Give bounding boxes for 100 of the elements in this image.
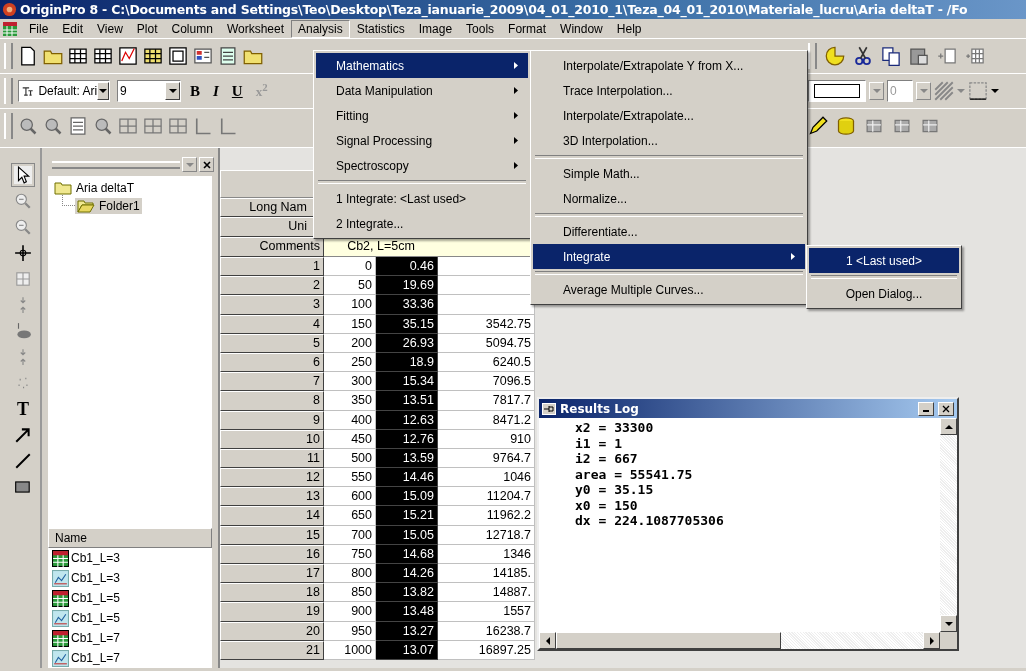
row-number[interactable]: 9 <box>220 410 324 430</box>
row-number[interactable]: 21 <box>220 640 324 660</box>
table-cell: 5094.75 <box>438 333 535 353</box>
row-number[interactable]: 15 <box>220 525 324 545</box>
menu-item[interactable]: Plot <box>129 19 165 38</box>
format-button[interactable]: I <box>209 82 223 100</box>
menu-item[interactable]: Simple Math... <box>533 161 805 186</box>
log-line: i1 = 1 <box>575 435 623 451</box>
table-cell: 8471.2 <box>438 410 535 430</box>
window-title: OriginPro 8 - C:\Documents and Settings\Teo\Desktop\Teza_ianuarie_2009\04_01_2010_1\Teza_04_01_2010\Materiale_lucru\Aria deltaT - /Fo <box>20 2 968 17</box>
comment-cell: Cb2, L=5cm <box>324 237 438 257</box>
row-number[interactable]: 6 <box>220 352 324 373</box>
row-header[interactable]: Comments <box>220 237 324 257</box>
table-cell: 13.59 <box>376 448 438 469</box>
menu-item[interactable]: Spectroscopy <box>316 153 528 178</box>
list-item[interactable]: Cb1_L=3 <box>48 548 212 568</box>
table-cell: 13.27 <box>376 621 438 641</box>
menu-item[interactable]: Interpolate/Extrapolate... <box>533 103 805 128</box>
table-cell: 26.93 <box>376 333 438 353</box>
menu-item[interactable]: Worksheet <box>219 19 291 38</box>
menu-item[interactable]: Help <box>609 19 649 38</box>
row-number[interactable]: 17 <box>220 564 324 584</box>
table-cell: 910 <box>438 429 535 449</box>
table-cell: 12.76 <box>376 429 438 449</box>
log-line: y0 = 35.15 <box>575 482 655 498</box>
menu-item[interactable]: Statistics <box>349 19 412 38</box>
table-cell: 19.69 <box>376 276 438 296</box>
table-cell: 6240.5 <box>438 352 535 373</box>
table-cell: 13.51 <box>376 391 438 411</box>
format-button[interactable]: U <box>227 82 247 100</box>
font-size-combo[interactable]: 9 <box>117 80 181 102</box>
list-item[interactable]: Cb1_L=5 <box>48 608 212 628</box>
text-tool[interactable]: T <box>14 400 32 418</box>
row-number[interactable]: 18 <box>220 583 324 603</box>
row-number[interactable]: 4 <box>220 314 324 334</box>
log-line: i2 = 667 <box>575 451 639 467</box>
table-cell: 14887. <box>438 583 535 603</box>
menu-item[interactable]: Average Multiple Curves... <box>533 277 805 302</box>
row-number[interactable]: 5 <box>220 333 324 353</box>
table-cell: 0.46 <box>376 257 438 277</box>
row-number[interactable]: 14 <box>220 506 324 526</box>
row-number[interactable]: 3 <box>220 295 324 315</box>
list-item[interactable]: Cb1_L=5 <box>48 588 212 608</box>
row-number[interactable]: 16 <box>220 544 324 564</box>
table-cell: 18.9 <box>376 352 438 373</box>
menu-item[interactable]: Open Dialog... <box>809 281 959 306</box>
log-line: x2 = 33300 <box>575 420 655 436</box>
table-cell: 13.07 <box>376 640 438 660</box>
row-number[interactable]: 13 <box>220 487 324 507</box>
menu-item[interactable]: Format <box>501 19 554 38</box>
row-number[interactable]: 10 <box>220 429 324 449</box>
menu-item[interactable]: Tools <box>459 19 502 38</box>
font-combo[interactable]: Default: Ari <box>18 80 110 102</box>
row-number[interactable]: 1 <box>220 257 324 277</box>
menu-item[interactable]: Analysis <box>291 19 350 38</box>
menu-item[interactable]: Differentiate... <box>533 219 805 244</box>
row-number[interactable]: 11 <box>220 448 324 469</box>
menu-item[interactable]: Window <box>553 19 610 38</box>
table-cell: 1346 <box>438 544 535 564</box>
table-cell: 15.05 <box>376 525 438 545</box>
table-cell: 15.34 <box>376 372 438 392</box>
row-number[interactable]: 20 <box>220 621 324 641</box>
menu-item[interactable]: 1 <Last used> <box>809 248 959 273</box>
menu-item[interactable]: Fitting <box>316 103 528 128</box>
list-item[interactable]: Cb1_L=7 <box>48 628 212 648</box>
list-item[interactable]: Cb1_L=7 <box>48 648 212 668</box>
table-cell: 1557 <box>438 602 535 622</box>
menu-item[interactable]: Column <box>164 19 220 38</box>
menu-item[interactable]: File <box>22 19 56 38</box>
menu-item[interactable]: Trace Interpolation... <box>533 78 805 103</box>
row-number[interactable]: 2 <box>220 276 324 296</box>
list-item[interactable]: Cb1_L=3 <box>48 568 212 588</box>
table-cell: 12.63 <box>376 410 438 430</box>
menu-item[interactable]: 3D Interpolation... <box>533 128 805 153</box>
table-cell: 14.68 <box>376 544 438 564</box>
menu-item[interactable]: Interpolate/Extrapolate Y from X... <box>533 53 805 78</box>
log-line: area = 55541.75 <box>575 466 694 482</box>
table-cell: 11962.2 <box>438 506 535 526</box>
menu-item[interactable]: Normalize... <box>533 186 805 211</box>
menu-item[interactable]: Mathematics <box>316 53 528 78</box>
format-button[interactable]: B <box>186 82 204 100</box>
table-cell: 13.48 <box>376 602 438 622</box>
menu-item[interactable]: Data Manipulation <box>316 78 528 103</box>
row-number[interactable]: 19 <box>220 602 324 622</box>
table-cell: 15.21 <box>376 506 438 526</box>
menu-item[interactable]: Integrate <box>533 244 805 269</box>
column-header[interactable]: Name <box>48 528 212 548</box>
table-cell: 16238.7 <box>438 621 535 641</box>
menu-item[interactable]: Edit <box>55 19 91 38</box>
log-line: dx = 224.1087705306 <box>575 513 725 529</box>
window-title: Results Log <box>560 401 640 416</box>
row-number[interactable]: 12 <box>220 468 324 488</box>
menu-item[interactable]: Signal Processing <box>316 128 528 153</box>
row-number[interactable]: 8 <box>220 391 324 411</box>
row-number[interactable]: 7 <box>220 372 324 392</box>
tree-item[interactable]: Folder1 <box>75 197 142 214</box>
table-cell: 3542.75 <box>438 314 535 334</box>
menu-item[interactable]: View <box>90 19 130 38</box>
tree-item[interactable]: Aria deltaT <box>52 179 137 196</box>
menu-item[interactable]: Image <box>411 19 460 38</box>
